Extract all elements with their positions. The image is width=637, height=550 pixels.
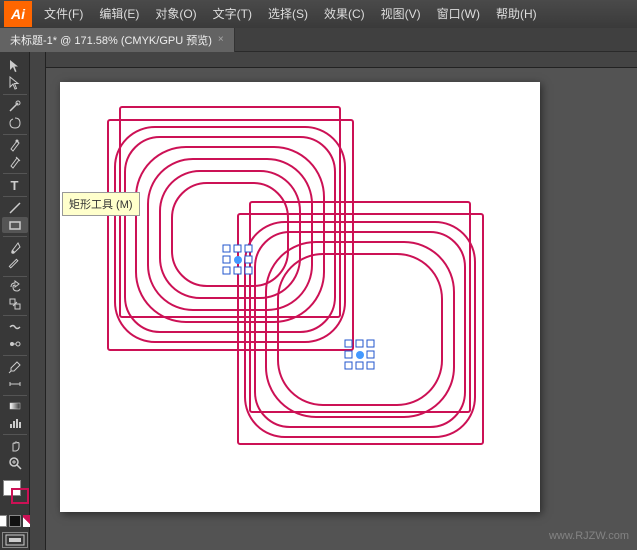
type-tool-button[interactable]: T — [2, 177, 28, 193]
draw-mode-button[interactable] — [2, 532, 28, 548]
canvas-area: 矩形工具 (M) www.RJZW.com — [30, 52, 637, 550]
toolbar-separator-1 — [3, 94, 27, 95]
scale-tool-button[interactable] — [2, 296, 28, 312]
tabbar: 未标题-1* @ 171.58% (CMYK/GPU 预览) × — [0, 28, 637, 52]
draw-mode-area — [2, 532, 28, 548]
toolbar: T — [0, 52, 30, 550]
main-layout: T — [0, 52, 637, 550]
paintbrush-tool-button[interactable] — [2, 240, 28, 256]
hand-tool-button[interactable] — [2, 438, 28, 454]
menu-file[interactable]: 文件(F) — [36, 0, 91, 28]
handle-group-1 — [223, 245, 252, 274]
menu-edit[interactable]: 编辑(E) — [91, 0, 147, 28]
anchor-point-tool-button[interactable] — [2, 154, 28, 170]
artwork-svg — [60, 82, 540, 512]
menu-select[interactable]: 选择(S) — [260, 0, 316, 28]
titlebar: Ai 文件(F) 编辑(E) 对象(O) 文字(T) 选择(S) 效果(C) 视… — [0, 0, 637, 28]
eyedropper-tool-button[interactable] — [2, 359, 28, 375]
toolbar-separator-7 — [3, 315, 27, 316]
rect-tool-button[interactable] — [2, 217, 28, 233]
tab-title: 未标题-1* @ 171.58% (CMYK/GPU 预览) — [10, 32, 212, 48]
toolbar-separator-3 — [3, 173, 27, 174]
direct-select-tool-button[interactable] — [2, 75, 28, 91]
toolbar-separator-4 — [3, 196, 27, 197]
toolbar-separator-9 — [3, 395, 27, 396]
toolbar-separator-10 — [3, 434, 27, 435]
tab-document[interactable]: 未标题-1* @ 171.58% (CMYK/GPU 预览) × — [0, 28, 235, 52]
blend-tool-button[interactable] — [2, 336, 28, 352]
chart-tool-button[interactable] — [2, 415, 28, 431]
pen-tool-button[interactable] — [2, 137, 28, 153]
lasso-tool-button[interactable] — [2, 115, 28, 131]
tab-close-button[interactable]: × — [218, 34, 224, 45]
stroke-color-box[interactable] — [11, 488, 29, 504]
zoom-tool-button[interactable] — [2, 455, 28, 471]
measure-tool-button[interactable] — [2, 376, 28, 392]
fill-stroke-area — [1, 480, 29, 512]
warp-tool-button[interactable] — [2, 319, 28, 335]
toolbar-separator-5 — [3, 236, 27, 237]
black-fill-icon[interactable] — [9, 515, 21, 527]
select-tool-button[interactable] — [2, 58, 28, 74]
watermark: www.RJZW.com — [549, 530, 629, 542]
menu-bar: 文件(F) 编辑(E) 对象(O) 文字(T) 选择(S) 效果(C) 视图(V… — [36, 0, 545, 28]
ruler-horizontal — [30, 52, 637, 68]
menu-help[interactable]: 帮助(H) — [488, 0, 545, 28]
gradient-tool-button[interactable] — [2, 398, 28, 414]
pencil-tool-button[interactable] — [2, 257, 28, 273]
menu-effects[interactable]: 效果(C) — [316, 0, 373, 28]
line-tool-button[interactable] — [2, 200, 28, 216]
artboard — [60, 82, 540, 512]
app-logo: Ai — [4, 1, 32, 27]
ruler-vertical — [30, 52, 46, 550]
menu-window[interactable]: 窗口(W) — [429, 0, 488, 28]
toolbar-separator-2 — [3, 134, 27, 135]
toolbar-separator-8 — [3, 355, 27, 356]
rotate-tool-button[interactable] — [2, 279, 28, 295]
handle-group-2 — [345, 340, 374, 369]
menu-view[interactable]: 视图(V) — [373, 0, 429, 28]
magic-wand-tool-button[interactable] — [2, 98, 28, 114]
white-fill-icon[interactable] — [0, 515, 7, 527]
menu-type[interactable]: 文字(T) — [205, 0, 260, 28]
toolbar-separator-6 — [3, 276, 27, 277]
menu-object[interactable]: 对象(O) — [147, 0, 204, 28]
